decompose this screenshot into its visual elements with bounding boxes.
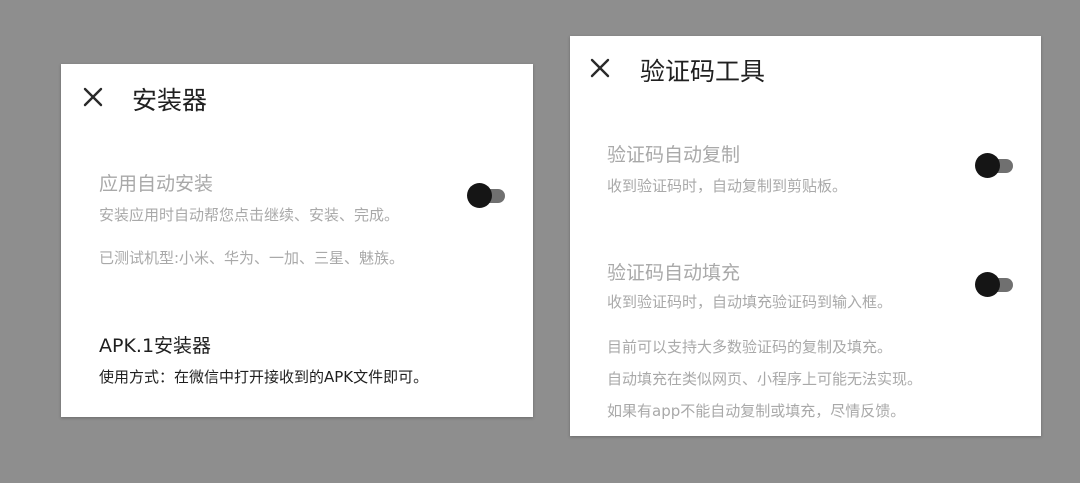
- apk1-installer-title: APK.1安装器: [99, 335, 212, 357]
- support-note-1: 目前可以支持大多数验证码的复制及填充。: [607, 338, 893, 356]
- toggle-knob: [975, 153, 1000, 178]
- toggle-knob: [467, 183, 492, 208]
- apk1-installer-description: 使用方式：在微信中打开接收到的APK文件即可。: [99, 368, 429, 386]
- support-note-2: 自动填充在类似网页、小程序上可能无法实现。: [607, 370, 923, 388]
- close-icon[interactable]: [588, 56, 612, 80]
- auto-fill-toggle[interactable]: [975, 272, 1015, 298]
- auto-install-title: 应用自动安装: [99, 173, 214, 195]
- close-icon[interactable]: [81, 85, 105, 109]
- page-title: 安装器: [132, 86, 208, 115]
- auto-install-toggle[interactable]: [467, 183, 507, 209]
- toggle-knob: [975, 272, 1000, 297]
- auto-copy-description: 收到验证码时，自动复制到剪贴板。: [607, 177, 848, 195]
- auto-install-description: 安装应用时自动帮您点击继续、安装、完成。: [99, 206, 400, 224]
- captcha-tool-panel: 验证码工具 验证码自动复制 收到验证码时，自动复制到剪贴板。 验证码自动填充 收…: [570, 36, 1041, 436]
- page-title: 验证码工具: [640, 57, 766, 86]
- auto-copy-toggle[interactable]: [975, 153, 1015, 179]
- tested-models-note: 已测试机型:小米、华为、一加、三星、魅族。: [99, 249, 405, 267]
- auto-fill-description: 收到验证码时，自动填充验证码到输入框。: [607, 293, 893, 311]
- auto-fill-title: 验证码自动填充: [607, 262, 741, 284]
- support-note-3: 如果有app不能自动复制或填充，尽情反馈。: [607, 402, 906, 420]
- auto-copy-title: 验证码自动复制: [607, 144, 741, 166]
- installer-panel: 安装器 应用自动安装 安装应用时自动帮您点击继续、安装、完成。 已测试机型:小米…: [61, 64, 533, 417]
